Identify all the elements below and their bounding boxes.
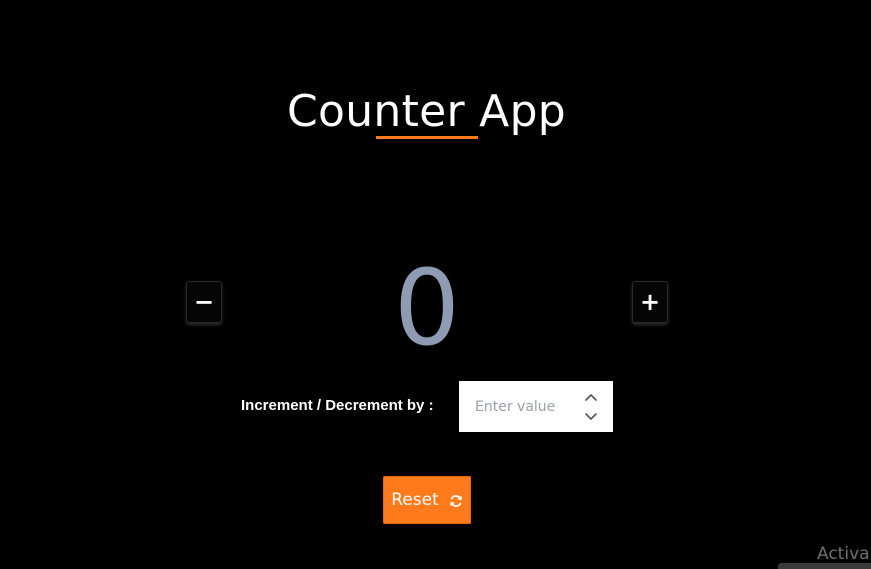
increment-button[interactable]: +: [632, 281, 668, 323]
reset-button-label: Reset: [391, 490, 439, 510]
number-spinner: [581, 389, 601, 425]
step-input[interactable]: [459, 381, 579, 432]
spin-up-icon[interactable]: [581, 389, 601, 405]
title-underline: [376, 136, 478, 139]
refresh-icon: [449, 493, 463, 507]
taskbar-edge: [778, 563, 871, 569]
counter-display: 0: [393, 247, 461, 369]
reset-button[interactable]: Reset: [383, 476, 471, 524]
counter-app-page: Counter App − 0 + Increment / Decrement …: [0, 0, 871, 569]
step-label: Increment / Decrement by :: [241, 397, 434, 414]
spin-down-icon[interactable]: [581, 409, 601, 425]
step-input-container: [459, 381, 613, 432]
page-title: Counter App: [286, 86, 567, 137]
activation-watermark: Activa: [817, 544, 870, 564]
decrement-button[interactable]: −: [186, 281, 222, 323]
